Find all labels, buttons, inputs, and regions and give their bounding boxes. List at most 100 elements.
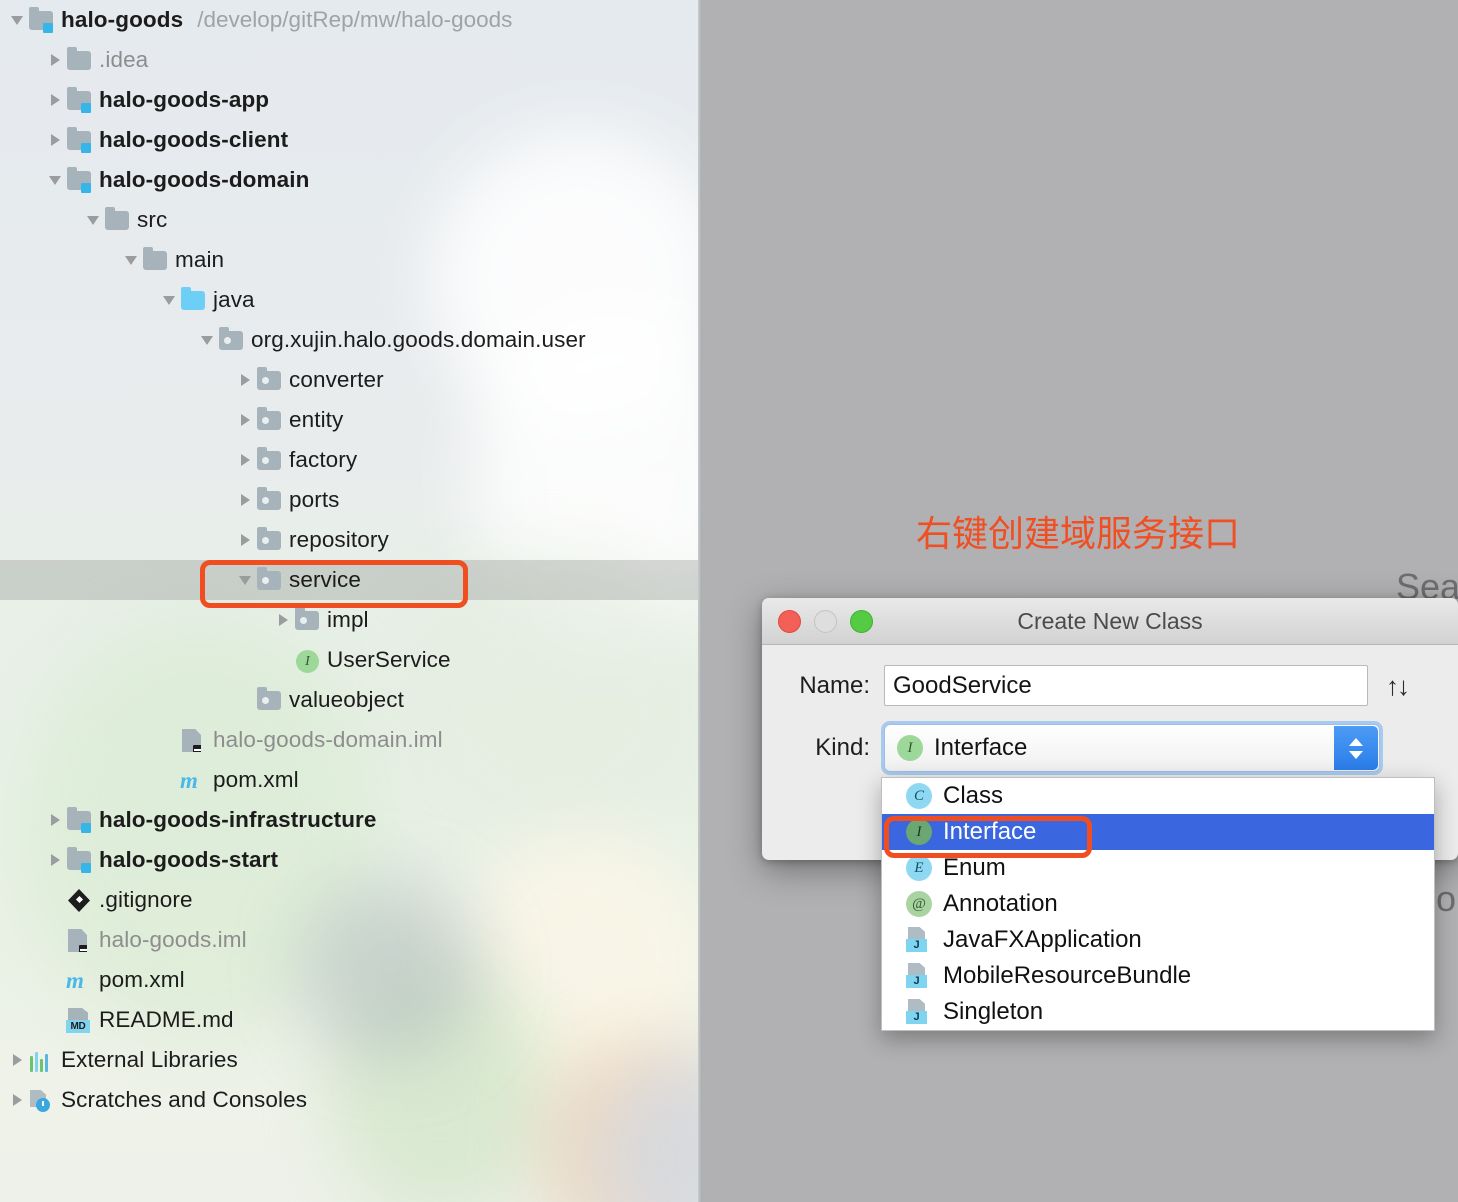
tree-row-readme-md[interactable]: MD README.md (0, 1000, 698, 1040)
plain-folder-icon (142, 247, 168, 273)
class-badge-icon: C (906, 783, 932, 809)
tree-row-scratches-and-consoles[interactable]: Scratches and Consoles (0, 1080, 698, 1120)
chevron-right-icon[interactable] (6, 1040, 28, 1080)
tree-row-service[interactable]: service (0, 560, 702, 600)
tree-row-label: main (175, 247, 225, 272)
chevron-down-icon[interactable] (82, 200, 104, 240)
twisty-placeholder (44, 920, 66, 960)
module-folder-icon (66, 87, 92, 113)
tree-row-halo-goods-infrastructure[interactable]: halo-goods-infrastructure (0, 800, 698, 840)
project-tool-window[interactable]: halo-goods/develop/gitRep/mw/halo-goods.… (0, 0, 702, 1202)
tree-row-halo-goods-app[interactable]: halo-goods-app (0, 80, 698, 120)
tree-row--gitignore[interactable]: .gitignore (0, 880, 698, 920)
tree-row-entity[interactable]: entity (0, 400, 698, 440)
java-file-icon: J (906, 963, 932, 989)
tree-row-label: .gitignore (99, 887, 193, 912)
tree-row-halo-goods-domain-iml[interactable]: halo-goods-domain.iml (0, 720, 698, 760)
chevron-right-icon[interactable] (234, 360, 256, 400)
tree-row-label: pom.xml (213, 767, 299, 792)
kind-option-class[interactable]: C Class (882, 778, 1434, 814)
markdown-file-icon: MD (66, 1007, 92, 1033)
kind-option-label: MobileResourceBundle (943, 962, 1192, 989)
tree-row-label: Scratches and Consoles (61, 1087, 308, 1112)
tree-row-label: halo-goods (61, 7, 184, 32)
project-tree[interactable]: halo-goods/develop/gitRep/mw/halo-goods.… (0, 0, 702, 1120)
chevron-right-icon[interactable] (234, 440, 256, 480)
package-icon (256, 407, 282, 433)
tree-row-valueobject[interactable]: valueobject (0, 680, 698, 720)
dialog-titlebar[interactable]: Create New Class (762, 598, 1458, 645)
twisty-placeholder (44, 1000, 66, 1040)
tree-row-impl[interactable]: impl (0, 600, 698, 640)
kind-option-enum[interactable]: E Enum (882, 850, 1434, 886)
kind-dropdown-popup[interactable]: C Class I Interface E Enum @ Annotation J JavaFXA… (881, 777, 1435, 1031)
chevron-right-icon[interactable] (44, 120, 66, 160)
kind-option-annotation[interactable]: @ Annotation (882, 886, 1434, 922)
kind-option-label: Singleton (943, 998, 1044, 1025)
java-file-icon: J (906, 999, 932, 1025)
tree-row-label: halo-goods.iml (99, 927, 247, 952)
chevron-right-icon[interactable] (44, 80, 66, 120)
kind-combobox[interactable]: I Interface (884, 724, 1380, 772)
tree-row-org-xujin-halo-goods-domain-user[interactable]: org.xujin.halo.goods.domain.user (0, 320, 698, 360)
tree-row-src[interactable]: src (0, 200, 698, 240)
tree-row-java[interactable]: java (0, 280, 698, 320)
tree-row-label: pom.xml (99, 967, 185, 992)
tree-row-factory[interactable]: factory (0, 440, 698, 480)
tree-row-external-libraries[interactable]: External Libraries (0, 1040, 698, 1080)
chevron-right-icon[interactable] (6, 1080, 28, 1120)
plain-folder-icon (66, 47, 92, 73)
chevron-down-icon[interactable] (44, 160, 66, 200)
name-input[interactable]: GoodService (884, 665, 1368, 706)
kind-option-singleton[interactable]: J Singleton (882, 994, 1434, 1030)
chevron-down-icon[interactable] (158, 280, 180, 320)
tree-row-halo-goods-iml[interactable]: halo-goods.iml (0, 920, 698, 960)
tree-row-converter[interactable]: converter (0, 360, 698, 400)
chevron-down-icon[interactable] (196, 320, 218, 360)
tree-row-ports[interactable]: ports (0, 480, 698, 520)
annotation-badge-icon: @ (906, 891, 932, 917)
module-folder-icon (66, 847, 92, 873)
tree-row-repository[interactable]: repository (0, 520, 698, 560)
chevron-right-icon[interactable] (44, 40, 66, 80)
tree-row--idea[interactable]: .idea (0, 40, 698, 80)
kind-label: Kind: (815, 734, 870, 761)
maven-file-icon: m (180, 768, 198, 793)
chevron-right-icon[interactable] (44, 800, 66, 840)
tree-row-halo-goods-domain[interactable]: halo-goods-domain (0, 160, 698, 200)
tree-row-halo-goods-client[interactable]: halo-goods-client (0, 120, 698, 160)
tree-row-label: halo-goods-domain.iml (213, 727, 443, 752)
tree-row-main[interactable]: main (0, 240, 698, 280)
kind-option-mobileresourcebundle[interactable]: J MobileResourceBundle (882, 958, 1434, 994)
tree-row-halo-goods[interactable]: halo-goods/develop/gitRep/mw/halo-goods (0, 0, 698, 40)
chevron-right-icon[interactable] (44, 840, 66, 880)
close-icon[interactable] (778, 609, 801, 633)
minimize-icon[interactable] (814, 609, 837, 633)
tree-row-label: halo-goods-start (99, 847, 279, 872)
chevron-down-icon[interactable] (234, 560, 256, 600)
twisty-placeholder (234, 680, 256, 720)
chevron-down-icon[interactable] (6, 0, 28, 40)
swap-arrows-icon[interactable]: ↑↓ (1386, 673, 1410, 699)
chevron-down-icon[interactable] (120, 240, 142, 280)
chevron-right-icon[interactable] (272, 600, 294, 640)
iml-file-icon (180, 727, 206, 753)
tree-row-halo-goods-start[interactable]: halo-goods-start (0, 840, 698, 880)
chevron-right-icon[interactable] (234, 400, 256, 440)
window-controls[interactable] (778, 598, 873, 644)
chevron-right-icon[interactable] (234, 520, 256, 560)
zoom-icon[interactable] (850, 609, 873, 633)
kind-option-javafxapplication[interactable]: J JavaFXApplication (882, 922, 1434, 958)
tree-row-pom-xml[interactable]: m pom.xml (0, 760, 698, 800)
chevron-right-icon[interactable] (234, 480, 256, 520)
stepper-icon[interactable] (1334, 726, 1378, 770)
plain-folder-icon (104, 207, 130, 233)
tree-row-pom-xml[interactable]: m pom.xml (0, 960, 698, 1000)
interface-badge-icon: I (906, 819, 932, 845)
java-file-icon: J (906, 927, 932, 953)
tree-row-userservice[interactable]: I UserService (0, 640, 698, 680)
tree-row-label: entity (289, 407, 344, 432)
tree-row-label: src (137, 207, 168, 232)
kind-option-interface[interactable]: I Interface (882, 814, 1434, 850)
panel-divider[interactable] (698, 0, 702, 1202)
